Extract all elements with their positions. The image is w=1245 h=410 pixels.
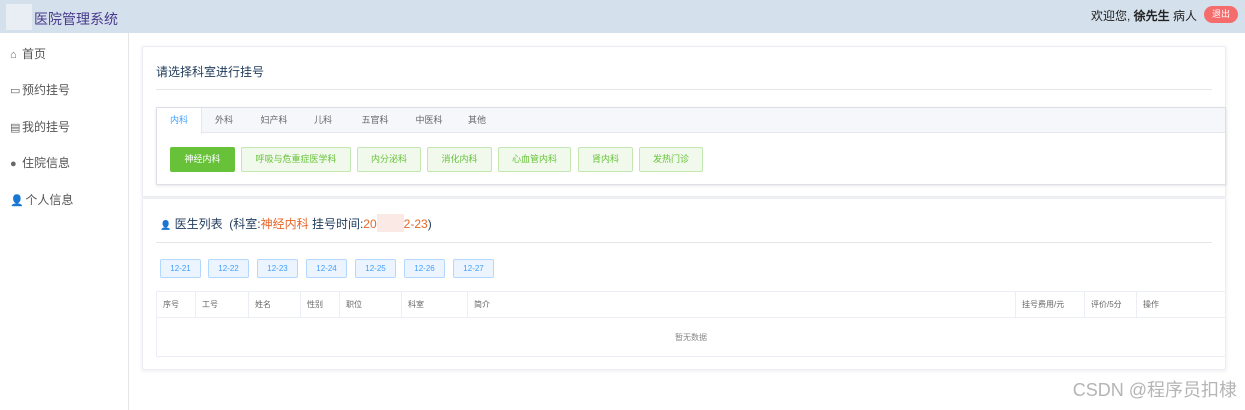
- department-card: 请选择科室进行挂号 内科 外科 妇产科 儿科 五官科 中医科 其他 神经内科 呼…: [142, 46, 1226, 197]
- date-button-12-24[interactable]: 12-24: [306, 259, 347, 278]
- date-button-12-26[interactable]: 12-26: [404, 259, 445, 278]
- dept-button-fever-clinic[interactable]: 发热门诊: [639, 147, 703, 172]
- tab-gynecology[interactable]: 妇产科: [249, 108, 299, 133]
- column-header-rating: 评价/5分: [1085, 292, 1137, 318]
- person-icon: 👤: [160, 220, 172, 230]
- time-label: 挂号时间:: [311, 217, 364, 231]
- selected-dept: 神经内科: [260, 217, 309, 231]
- sidebar-item-my-registrations[interactable]: ▤ 我的挂号: [10, 118, 70, 135]
- divider: [156, 89, 1212, 90]
- sidebar-item-inpatient[interactable]: ● 住院信息: [10, 154, 70, 171]
- doctor-list-header: 👤 医生列表 (科室:神经内科 挂号时间:20 2-23): [160, 214, 432, 232]
- sidebar: ⌂ 首页 ▭ 预约挂号 ▤ 我的挂号 ● 住院信息 👤 个人信息: [0, 33, 129, 410]
- dept-button-neurology[interactable]: 神经内科: [170, 147, 235, 172]
- tab-ent[interactable]: 五官科: [350, 108, 400, 133]
- table-header: 序号 工号 姓名 性别 职位 科室 简介 挂号费用/元 评价/5分 操作: [157, 292, 1225, 318]
- close-paren: ): [427, 217, 432, 231]
- date-button-12-22[interactable]: 12-22: [208, 259, 249, 278]
- dept-button-nephrology[interactable]: 肾内科: [578, 147, 633, 172]
- sidebar-item-home[interactable]: ⌂ 首页: [10, 45, 46, 62]
- divider: [156, 242, 1212, 243]
- dept-label: (科室:: [229, 217, 261, 231]
- date-button-12-25[interactable]: 12-25: [355, 259, 396, 278]
- department-card-title: 请选择科室进行挂号: [156, 65, 265, 79]
- column-header-staff-id: 工号: [196, 292, 249, 318]
- column-header-name: 姓名: [249, 292, 301, 318]
- welcome-text: 欢迎您, 徐先生 病人: [1091, 7, 1197, 24]
- doctor-table: 序号 工号 姓名 性别 职位 科室 简介 挂号费用/元 评价/5分 操作 暂无数…: [156, 291, 1226, 357]
- list-icon: ▤: [10, 122, 21, 134]
- department-tabs: 内科 外科 妇产科 儿科 五官科 中医科 其他 神经内科 呼吸与危重症医学科 内…: [156, 107, 1226, 185]
- sidebar-item-label: 我的挂号: [22, 120, 71, 134]
- tab-internal-medicine[interactable]: 内科: [157, 108, 202, 134]
- tab-pediatrics[interactable]: 儿科: [303, 108, 343, 133]
- column-header-department: 科室: [402, 292, 468, 318]
- top-bar: 医院管理系统 欢迎您, 徐先生 病人 退出: [0, 0, 1245, 33]
- date-suffix: 2-23: [403, 217, 428, 231]
- column-header-position: 职位: [340, 292, 402, 318]
- tab-surgery[interactable]: 外科: [204, 108, 244, 133]
- column-header-index: 序号: [157, 292, 196, 318]
- sidebar-item-label: 预约挂号: [22, 83, 71, 97]
- dept-button-respiratory[interactable]: 呼吸与危重症医学科: [241, 147, 351, 172]
- sidebar-item-profile[interactable]: 👤 个人信息: [10, 191, 73, 208]
- tab-other[interactable]: 其他: [457, 108, 497, 133]
- date-prefix: 20: [363, 217, 377, 231]
- user-role: 病人: [1172, 9, 1197, 23]
- watermark: CSDN @程序员扣棣: [1072, 380, 1237, 400]
- sidebar-item-label: 住院信息: [22, 156, 71, 170]
- home-icon: ⌂: [10, 49, 17, 61]
- column-header-gender: 性别: [301, 292, 340, 318]
- doctor-list-card: 👤 医生列表 (科室:神经内科 挂号时间:20 2-23) 12-21 12-22…: [142, 198, 1226, 370]
- app-title: 医院管理系统: [34, 11, 118, 27]
- sidebar-item-label: 首页: [22, 47, 47, 61]
- dept-button-gastroenterology[interactable]: 消化内科: [427, 147, 492, 172]
- sidebar-item-label: 个人信息: [25, 193, 74, 207]
- column-header-intro: 简介: [468, 292, 1016, 318]
- app-logo: [6, 4, 32, 30]
- date-button-12-21[interactable]: 12-21: [160, 259, 201, 278]
- date-button-12-23[interactable]: 12-23: [257, 259, 298, 278]
- user-icon: 👤: [10, 195, 24, 207]
- doctor-list-title: 医生列表: [174, 217, 223, 231]
- logout-button[interactable]: 退出: [1204, 6, 1238, 23]
- calendar-icon: ▭: [10, 85, 21, 97]
- welcome-prefix: 欢迎您,: [1090, 9, 1131, 23]
- column-header-actions: 操作: [1143, 300, 1159, 309]
- sidebar-item-appointment[interactable]: ▭ 预约挂号: [10, 81, 70, 98]
- redacted-mask: [376, 214, 404, 232]
- column-header-fee: 挂号费用/元: [1016, 292, 1085, 318]
- dept-button-endocrinology[interactable]: 内分泌科: [357, 147, 421, 172]
- user-name: 徐先生: [1133, 9, 1170, 23]
- date-button-12-27[interactable]: 12-27: [453, 259, 494, 278]
- bed-icon: ●: [10, 158, 17, 170]
- tab-bar: 内科 外科 妇产科 儿科 五官科 中医科 其他: [157, 108, 1225, 134]
- empty-state-text: 暂无数据: [675, 333, 707, 342]
- tab-tcm[interactable]: 中医科: [404, 108, 454, 133]
- dept-button-cardiology[interactable]: 心血管内科: [498, 147, 571, 172]
